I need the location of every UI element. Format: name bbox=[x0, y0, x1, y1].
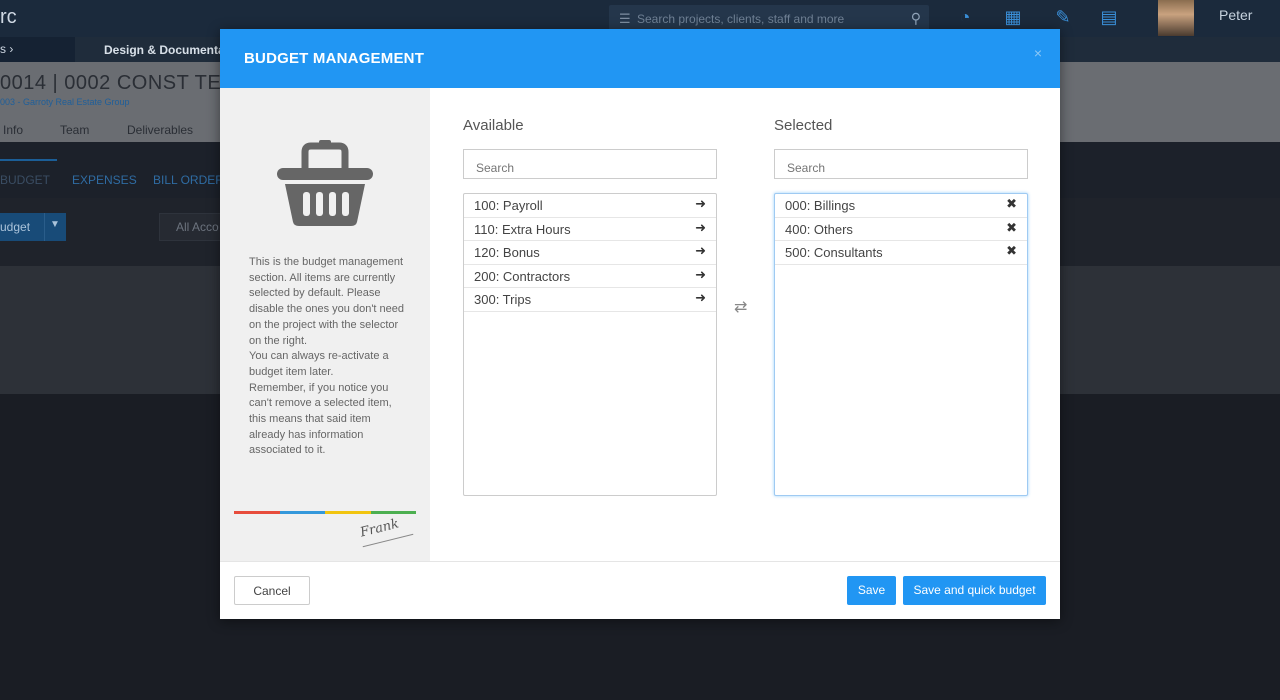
help-paragraph: Remember, if you notice you can't remove… bbox=[249, 381, 392, 457]
list-item-label: 500: Consultants bbox=[785, 245, 883, 260]
remove-icon[interactable]: ✖ bbox=[1006, 243, 1017, 259]
calendar-icon[interactable]: ▦ bbox=[1003, 7, 1023, 29]
arrow-right-icon[interactable]: ➜ bbox=[695, 267, 706, 283]
selected-item[interactable]: 400: Others ✖ bbox=[775, 218, 1027, 241]
close-icon[interactable]: × bbox=[1034, 45, 1042, 61]
color-segment-red bbox=[234, 511, 280, 514]
remove-icon[interactable]: ✖ bbox=[1006, 220, 1017, 236]
modal-header: BUDGET MANAGEMENT × bbox=[220, 29, 1060, 88]
search-icon[interactable]: ⚲ bbox=[911, 10, 921, 27]
list-item-label: 300: Trips bbox=[474, 292, 532, 307]
help-paragraph: This is the budget management section. A… bbox=[249, 256, 404, 347]
selected-search-input[interactable] bbox=[774, 149, 1028, 179]
arrow-right-icon[interactable]: ➜ bbox=[695, 220, 706, 236]
available-list: 100: Payroll ➜ 110: Extra Hours ➜ 120: Bonus… bbox=[463, 193, 717, 496]
tab-team[interactable]: Team bbox=[60, 123, 89, 137]
color-segment-blue bbox=[279, 511, 325, 514]
user-name[interactable]: Peter bbox=[1219, 7, 1252, 23]
color-segment-green bbox=[370, 511, 416, 514]
remove-icon[interactable]: ✖ bbox=[1006, 196, 1017, 212]
list-item-label: 100: Payroll bbox=[474, 198, 543, 213]
breadcrumb-back[interactable]: s › bbox=[0, 37, 75, 62]
avatar[interactable] bbox=[1158, 0, 1194, 36]
chevron-down-icon[interactable]: ▼ bbox=[50, 219, 60, 230]
budget-button-label: udget bbox=[0, 220, 31, 234]
available-label: Available bbox=[463, 117, 524, 134]
page-title: 0014 | 0002 CONST TEST bbox=[0, 72, 248, 94]
swap-icon: ⇄ bbox=[734, 299, 748, 316]
selected-label: Selected bbox=[774, 117, 833, 134]
available-search-input[interactable] bbox=[463, 149, 717, 179]
button-divider bbox=[44, 213, 45, 241]
budget-management-modal: BUDGET MANAGEMENT × This is the budget m… bbox=[220, 29, 1060, 619]
feather-icon[interactable]: ✎ bbox=[1053, 7, 1073, 29]
basket-icon bbox=[277, 140, 373, 226]
budget-button[interactable]: udget ▼ bbox=[0, 213, 66, 241]
list-item-label: 200: Contractors bbox=[474, 268, 571, 284]
selected-item[interactable]: 500: Consultants ✖ bbox=[775, 241, 1027, 265]
app-brand[interactable]: rc bbox=[0, 6, 17, 29]
footer-divider bbox=[220, 561, 1060, 562]
available-item[interactable]: 120: Bonus ➜ bbox=[464, 241, 716, 265]
arrow-right-icon[interactable]: ➜ bbox=[695, 290, 706, 306]
list-item-label: 120: Bonus bbox=[474, 245, 540, 260]
save-button[interactable]: Save bbox=[847, 576, 896, 605]
tab-info[interactable]: Info bbox=[3, 123, 23, 137]
list-item-label: 110: Extra Hours bbox=[474, 221, 571, 237]
available-item[interactable]: 100: Payroll ➜ bbox=[464, 194, 716, 218]
color-segment-yellow bbox=[325, 511, 371, 514]
list-item-label: 000: Billings bbox=[785, 198, 856, 213]
timer-icon[interactable]: ◔ bbox=[955, 7, 975, 29]
project-client-link[interactable]: 003 - Garroty Real Estate Group bbox=[0, 97, 130, 107]
available-item[interactable]: 300: Trips ➜ bbox=[464, 288, 716, 312]
list-item-label: 400: Others bbox=[785, 221, 853, 237]
global-search[interactable]: ☰ Search projects, clients, staff and mo… bbox=[609, 5, 929, 32]
arrow-right-icon[interactable]: ➜ bbox=[695, 243, 706, 259]
color-divider bbox=[234, 511, 416, 514]
global-search-placeholder: Search projects, clients, staff and more bbox=[637, 12, 845, 26]
help-paragraph: You can always re-activate a budget item… bbox=[249, 350, 389, 378]
calendar-day-icon[interactable]: ▤ bbox=[1099, 7, 1119, 29]
selected-list: 000: Billings ✖ 400: Others ✖ 500: Consultan… bbox=[774, 193, 1028, 496]
breadcrumb-stage[interactable]: Design & Documentati bbox=[104, 43, 232, 57]
arrow-right-icon[interactable]: ➜ bbox=[695, 196, 706, 212]
available-item[interactable]: 200: Contractors ➜ bbox=[464, 265, 716, 288]
info-sidebar: This is the budget management section. A… bbox=[220, 88, 430, 561]
modal-title: BUDGET MANAGEMENT bbox=[244, 50, 425, 67]
tab-budget[interactable]: BUDGET bbox=[0, 159, 57, 198]
help-text: This is the budget management section. A… bbox=[249, 255, 409, 459]
cancel-button[interactable]: Cancel bbox=[234, 576, 310, 605]
available-item[interactable]: 110: Extra Hours ➜ bbox=[464, 218, 716, 241]
menu-icon[interactable]: ☰ bbox=[619, 11, 631, 27]
selected-item[interactable]: 000: Billings ✖ bbox=[775, 194, 1027, 218]
tab-expenses[interactable]: EXPENSES bbox=[72, 173, 137, 187]
save-and-quick-budget-button[interactable]: Save and quick budget bbox=[903, 576, 1046, 605]
tab-deliverables[interactable]: Deliverables bbox=[127, 123, 193, 137]
signature: Frank bbox=[358, 516, 401, 541]
